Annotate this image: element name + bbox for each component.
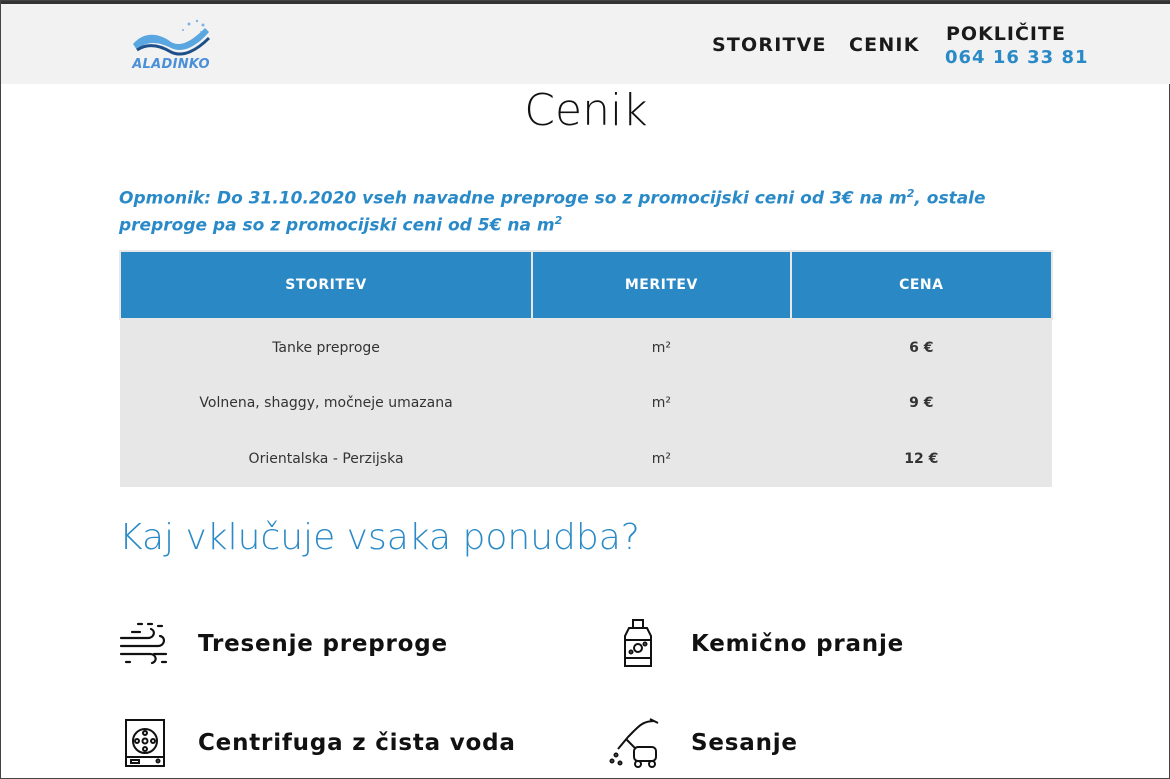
superscript-2-end: 2 (554, 213, 563, 227)
header-cena: CENA (789, 250, 1054, 320)
table-header-row: STORITEV MERITEV CENA (118, 250, 1054, 320)
page-title: Cenik (524, 85, 648, 136)
phone-link[interactable]: 064 16 33 81 (945, 47, 1089, 68)
detergent-bottle-icon (624, 619, 652, 667)
promo-note: Opmonik: Do 31.10.2020 vseh navadne prep… (119, 183, 999, 236)
carpet-genie-icon (133, 19, 211, 56)
feature-item: Sesanje (608, 717, 798, 769)
row-price: 12 € (790, 431, 1052, 487)
row-price: 9 € (790, 375, 1052, 431)
feature-item: Centrifuga z čista voda (118, 717, 516, 769)
header-storitev: STORITEV (118, 250, 534, 320)
promo-note-main: Opmonik: Do 31.10.2020 vseh navadne prep… (119, 188, 907, 209)
row-service: Tanke preproge (120, 319, 533, 375)
includes-title: Kaj vklučuje vsaka ponudba? (119, 517, 640, 558)
wind-shake-icon (119, 622, 168, 665)
nav-cenik[interactable]: CENIK (849, 34, 920, 56)
logo-text: ALADINKO (132, 57, 210, 72)
feature-label: Kemično pranje (691, 631, 905, 657)
price-table: STORITEV MERITEV CENA Tanke preproge m² … (118, 250, 1054, 487)
row-unit: m² (532, 431, 791, 487)
vacuum-cleaner-icon (609, 718, 659, 768)
feature-label: Centrifuga z čista voda (198, 730, 516, 756)
aladinko-logo[interactable]: ALADINKO (127, 16, 215, 72)
table-row: Volnena, shaggy, močneje umazana m² 9 € (120, 375, 1052, 431)
row-unit: m² (532, 375, 791, 431)
row-service: Orientalska - Perzijska (120, 431, 533, 487)
feature-item: Tresenje preproge (118, 618, 448, 670)
call-label: POKLIČITE (946, 23, 1066, 45)
header-meritev: MERITEV (531, 250, 792, 320)
table-row: Tanke preproge m² 6 € (120, 319, 1052, 375)
row-price: 6 € (790, 319, 1052, 375)
table-row: Orientalska - Perzijska m² 12 € (120, 431, 1052, 487)
feature-label: Tresenje preproge (198, 631, 448, 657)
feature-label: Sesanje (691, 730, 798, 756)
header: ALADINKO STORITVE CENIK POKLIČITE 064 16… (1, 1, 1170, 84)
nav-storitve[interactable]: STORITVE (712, 34, 827, 56)
feature-item: Kemično pranje (613, 618, 904, 670)
washing-machine-icon (125, 719, 165, 767)
row-service: Volnena, shaggy, močneje umazana (120, 375, 533, 431)
row-unit: m² (532, 319, 791, 375)
